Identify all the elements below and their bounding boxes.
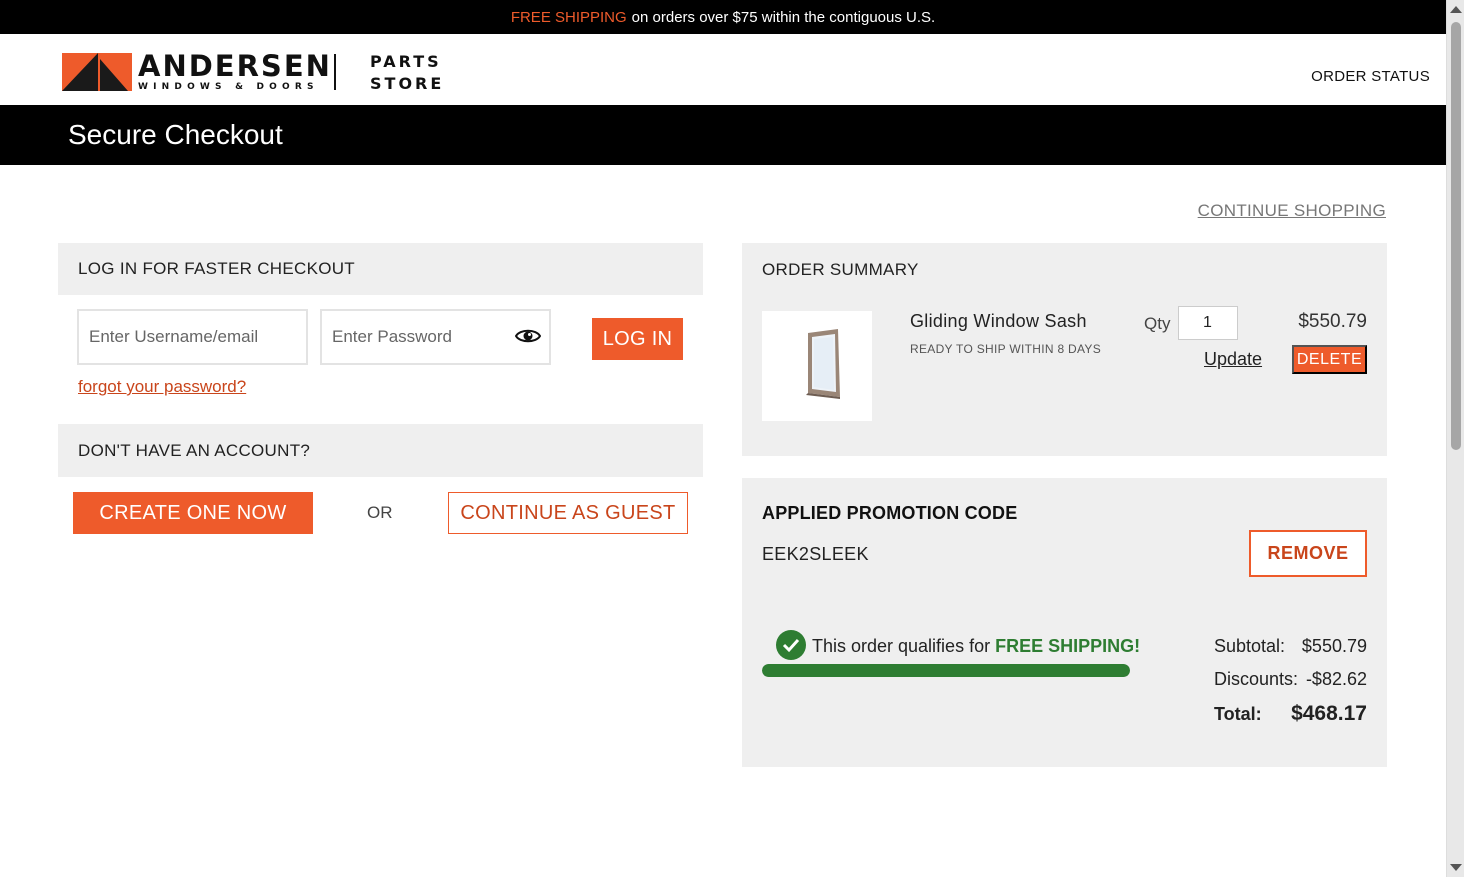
forgot-password-link[interactable]: forgot your password? bbox=[78, 377, 246, 397]
qualify-highlight: FREE SHIPPING! bbox=[995, 636, 1141, 656]
free-shipping-message: This order qualifies for FREE SHIPPING! bbox=[812, 636, 1140, 657]
announcement-text: on orders over $75 within the contiguous… bbox=[631, 8, 936, 26]
site-header: ANDERSEN WINDOWS & DOORS PARTS STORE ORD… bbox=[0, 34, 1446, 105]
window-sash-image-icon bbox=[806, 329, 840, 399]
promotion-panel: APPLIED PROMOTION CODE EEK2SLEEK REMOVE … bbox=[742, 478, 1387, 767]
page-scrollbar[interactable] bbox=[1446, 0, 1464, 877]
shipping-progress-fill bbox=[762, 664, 1130, 677]
shipping-progress-bar bbox=[762, 664, 1130, 677]
andersen-logo[interactable]: ANDERSEN WINDOWS & DOORS bbox=[62, 52, 332, 92]
username-placeholder: Enter Username/email bbox=[89, 327, 259, 346]
announcement-bar: FREE SHIPPING on orders over $75 within … bbox=[0, 0, 1446, 34]
scrollbar-thumb[interactable] bbox=[1451, 22, 1461, 450]
login-heading: LOG IN FOR FASTER CHECKOUT bbox=[58, 243, 703, 295]
product-name[interactable]: Gliding Window Sash bbox=[910, 311, 1087, 332]
title-bar: Secure Checkout bbox=[0, 105, 1446, 165]
parts-store-label: PARTS STORE bbox=[370, 51, 444, 95]
qty-value: 1 bbox=[1203, 314, 1212, 331]
order-summary-heading: ORDER SUMMARY bbox=[762, 260, 919, 279]
username-input[interactable]: Enter Username/email bbox=[77, 309, 308, 365]
remove-promo-button[interactable]: REMOVE bbox=[1249, 530, 1367, 577]
subtotal-value: $550.79 bbox=[1301, 636, 1367, 656]
ship-note: READY TO SHIP WITHIN 8 DAYS bbox=[910, 342, 1102, 356]
update-link[interactable]: Update bbox=[1204, 349, 1262, 370]
scroll-down-icon[interactable] bbox=[1450, 864, 1462, 871]
page-title: Secure Checkout bbox=[68, 119, 283, 150]
checkmark-icon bbox=[776, 630, 806, 660]
promotion-heading: APPLIED PROMOTION CODE bbox=[762, 503, 1018, 523]
continue-shopping-link[interactable]: CONTINUE SHOPPING bbox=[1198, 201, 1386, 221]
signup-heading: DON'T HAVE AN ACCOUNT? bbox=[58, 424, 703, 477]
free-shipping-highlight: FREE SHIPPING bbox=[510, 8, 627, 26]
promotion-code: EEK2SLEEK bbox=[762, 544, 869, 564]
password-input[interactable]: Enter Password bbox=[320, 309, 551, 365]
discounts-value: -$82.62 bbox=[1305, 669, 1367, 689]
item-price: $550.79 bbox=[1298, 311, 1367, 332]
total-label: Total: bbox=[1214, 704, 1262, 724]
qualify-text: This order qualifies for bbox=[812, 636, 991, 656]
create-account-button[interactable]: CREATE ONE NOW bbox=[73, 492, 313, 534]
continue-as-guest-button[interactable]: CONTINUE AS GUEST bbox=[448, 492, 688, 534]
scroll-up-icon[interactable] bbox=[1450, 6, 1462, 13]
logo-divider bbox=[334, 54, 336, 90]
or-separator: OR bbox=[367, 503, 393, 522]
subtotal-label: Subtotal: bbox=[1214, 636, 1286, 656]
order-summary-panel: ORDER SUMMARY Gliding Window Sash READY … bbox=[742, 243, 1387, 456]
password-placeholder: Enter Password bbox=[332, 327, 452, 346]
discounts-label: Discounts: bbox=[1214, 669, 1299, 689]
product-thumbnail[interactable] bbox=[762, 311, 872, 421]
brand-name: ANDERSEN bbox=[138, 49, 332, 83]
eye-icon[interactable] bbox=[515, 327, 541, 345]
delete-button[interactable]: DELETE bbox=[1292, 345, 1367, 374]
qty-input[interactable]: 1 bbox=[1178, 306, 1238, 340]
parts-store-line2: STORE bbox=[370, 74, 445, 93]
qty-label: Qty bbox=[1144, 314, 1171, 333]
parts-store-line1: PARTS bbox=[370, 52, 442, 71]
brand-tagline: WINDOWS & DOORS bbox=[138, 82, 319, 92]
total-value: $468.17 bbox=[1291, 702, 1367, 725]
andersen-logo-mark-icon bbox=[62, 53, 132, 91]
order-status-link[interactable]: ORDER STATUS bbox=[1311, 68, 1430, 85]
login-button[interactable]: LOG IN bbox=[592, 318, 683, 360]
